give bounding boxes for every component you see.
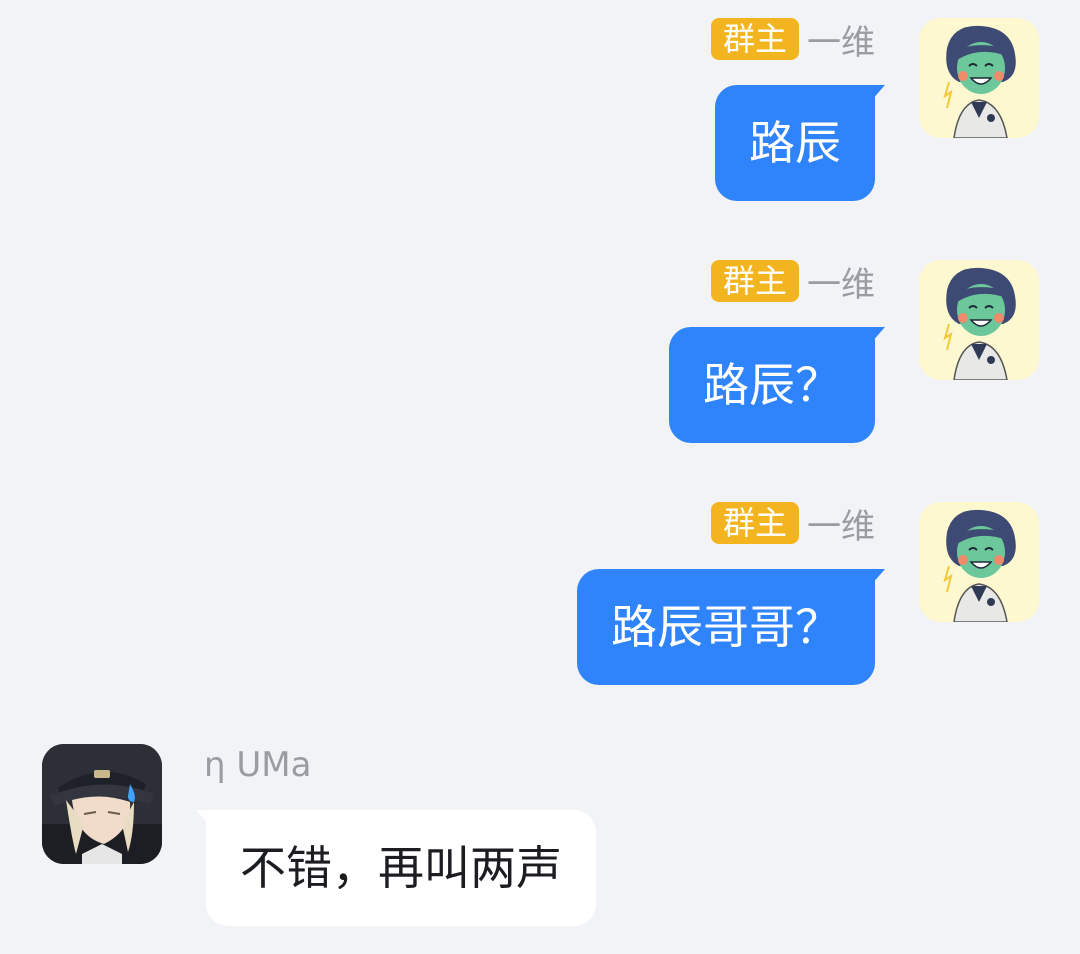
- message-meta: 群主 一维: [710, 260, 875, 305]
- incoming-message: η UMa 不错，再叫两声: [0, 744, 1080, 944]
- message-bubble[interactable]: 路辰: [715, 85, 885, 201]
- avatar[interactable]: [42, 744, 162, 864]
- outgoing-message: 群主 一维 路辰？: [0, 242, 1080, 462]
- message-meta: 群主 一维: [710, 502, 875, 547]
- group-owner-badge: 群主: [710, 260, 799, 302]
- sender-name[interactable]: 一维: [807, 15, 875, 64]
- message-bubble[interactable]: 路辰？: [669, 327, 885, 443]
- outgoing-message: 群主 一维 路辰: [0, 0, 1080, 220]
- sender-name[interactable]: 一维: [807, 499, 875, 548]
- avatar[interactable]: [919, 502, 1039, 622]
- cartoon-avatar-icon: [919, 18, 1039, 138]
- group-owner-badge: 群主: [710, 18, 799, 60]
- sender-name[interactable]: η UMa: [204, 744, 311, 786]
- cartoon-avatar-icon: [919, 260, 1039, 380]
- message-meta: 群主 一维: [710, 18, 875, 63]
- message-bubble[interactable]: 路辰哥哥？: [577, 569, 885, 685]
- cartoon-avatar-icon: [919, 502, 1039, 622]
- anime-officer-avatar-icon: [42, 744, 162, 864]
- sender-name[interactable]: 一维: [807, 257, 875, 306]
- avatar[interactable]: [919, 260, 1039, 380]
- group-owner-badge: 群主: [710, 502, 799, 544]
- message-bubble[interactable]: 不错，再叫两声: [196, 810, 596, 926]
- avatar[interactable]: [919, 18, 1039, 138]
- chat-message-list: 群主 一维 路辰 群主 一维 路辰？ 群主 一维 路辰哥哥？ η UMa 不错，…: [0, 0, 1080, 954]
- outgoing-message: 群主 一维 路辰哥哥？: [0, 484, 1080, 704]
